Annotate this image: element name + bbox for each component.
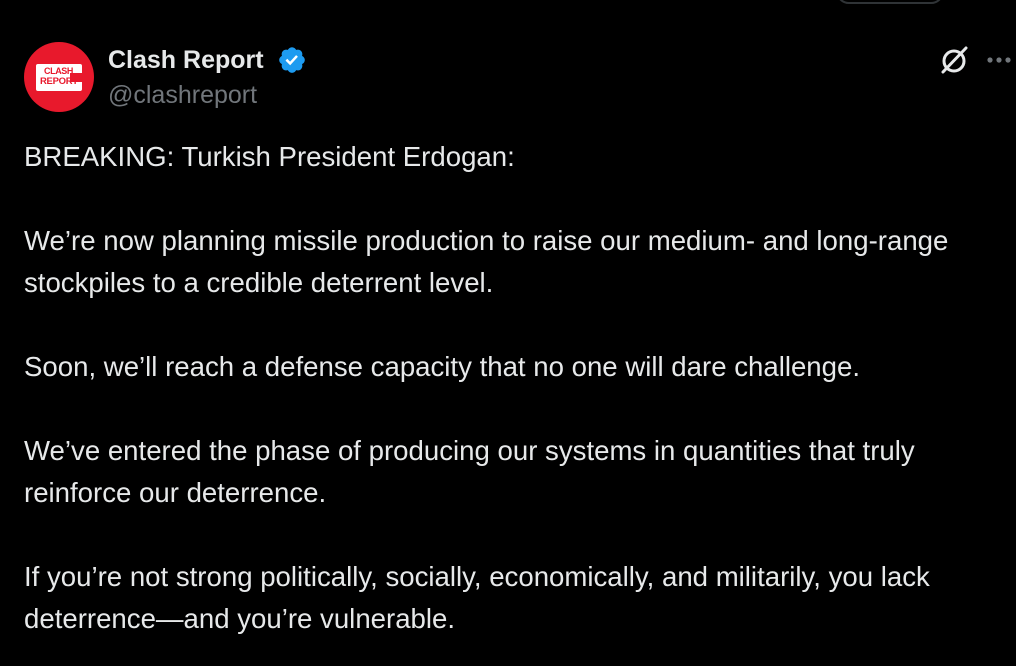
tweet-text: BREAKING: Turkish President Erdogan: We’… xyxy=(24,136,992,666)
grok-slash-circle-icon[interactable] xyxy=(937,43,971,77)
avatar-logo-text-top: CLASH xyxy=(44,66,73,76)
avatar[interactable]: CLASH REPORT xyxy=(24,42,94,112)
verified-badge-icon[interactable] xyxy=(277,45,307,75)
tweet-paragraph: If you’re not strong politically, social… xyxy=(24,561,930,634)
author-display-name[interactable]: Clash Report xyxy=(108,44,264,76)
tweet-paragraph: BREAKING: Turkish President Erdogan: xyxy=(24,141,515,172)
tweet-paragraph: Soon, we’ll reach a defense capacity tha… xyxy=(24,351,861,382)
author-handle[interactable]: @clashreport xyxy=(108,79,257,111)
tweet-paragraph: We’re now planning missile production to… xyxy=(24,225,949,298)
tweet-paragraph: We’ve entered the phase of producing our… xyxy=(24,435,915,508)
avatar-logo-text-bottom: REPORT xyxy=(40,76,78,87)
more-dots-icon[interactable] xyxy=(984,49,1016,71)
top-pill-button[interactable] xyxy=(836,0,944,4)
